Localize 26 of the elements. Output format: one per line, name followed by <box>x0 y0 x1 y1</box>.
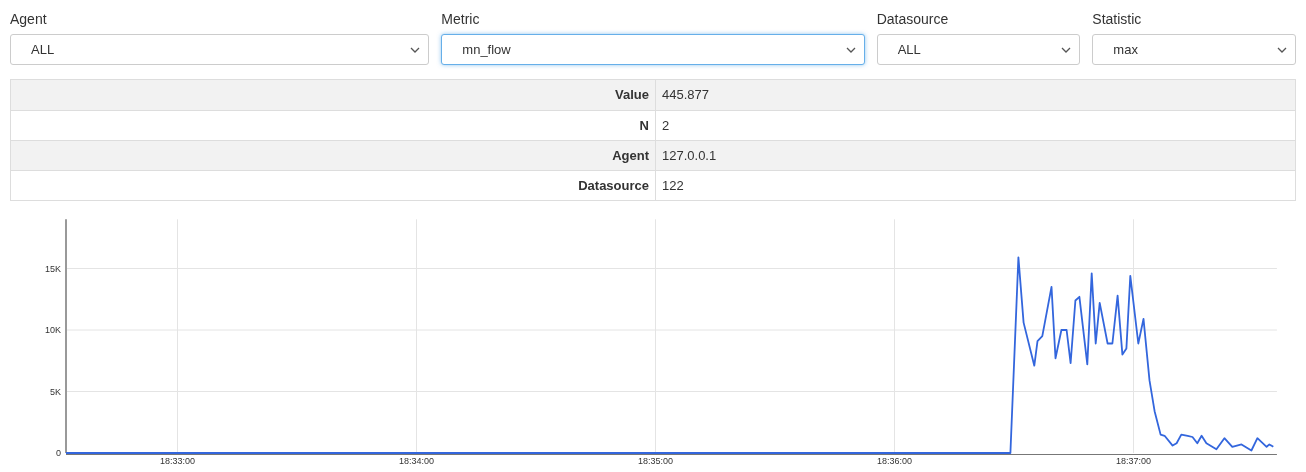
x-tick-label: 18:37:00 <box>1116 456 1152 466</box>
field-label: Datasource <box>876 10 950 28</box>
row-label: Value <box>614 86 650 105</box>
field-label: Statistic <box>1092 10 1143 28</box>
dropdown[interactable]: ALL <box>876 34 1081 65</box>
y-tick-label: 10K <box>45 325 61 335</box>
dropdown[interactable]: max <box>1092 34 1296 65</box>
row-label: N <box>638 116 650 135</box>
dropdown[interactable]: ALL <box>10 34 430 65</box>
row-value: 122 <box>655 171 1295 200</box>
x-tick-label: 18:36:00 <box>877 456 913 466</box>
chevron-icon <box>410 46 421 53</box>
row-label: Agent <box>611 146 650 165</box>
dropdown[interactable]: mn_flow <box>441 34 865 65</box>
field-label: Agent <box>10 10 48 28</box>
chevron-icon <box>1061 46 1072 53</box>
x-tick-label: 18:35:00 <box>638 456 674 466</box>
chevron-icon <box>1277 46 1287 53</box>
x-tick-label: 18:34:00 <box>399 456 435 466</box>
y-tick-label: 5K <box>50 386 61 397</box>
x-tick-label: 18:33:00 <box>160 456 196 466</box>
field-label: Metric <box>441 10 481 28</box>
y-tick-label: 15K <box>45 263 61 274</box>
chevron-icon <box>845 46 856 53</box>
y-tick-label: 0 <box>56 448 61 458</box>
row-label: Datasource <box>577 176 650 195</box>
